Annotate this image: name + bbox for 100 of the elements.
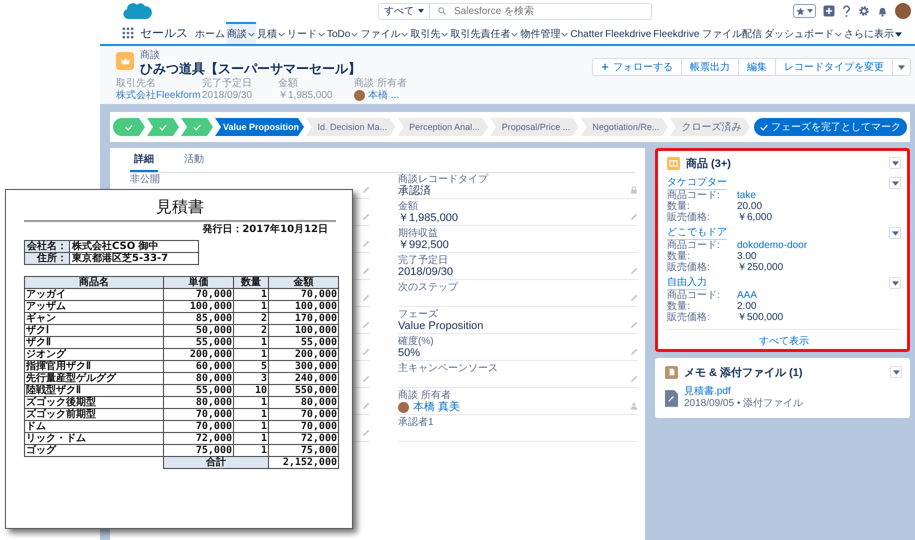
table-cell: 3: [234, 372, 268, 384]
pencil-icon[interactable]: [362, 294, 370, 302]
nav-tab[interactable]: 取引先責任者: [449, 22, 520, 44]
dropdown-button[interactable]: [890, 366, 902, 378]
pencil-icon[interactable]: [362, 429, 370, 437]
action-button[interactable]: 帳票出力: [681, 58, 739, 76]
product-code-link[interactable]: take: [737, 190, 756, 201]
path-step[interactable]: [113, 118, 145, 136]
nav-tab[interactable]: Chatter: [569, 22, 604, 44]
path-step[interactable]: Value Proposition: [215, 118, 304, 136]
add-icon[interactable]: [823, 5, 835, 17]
path-step[interactable]: Negotiation/Re...: [580, 118, 668, 136]
nav-tab[interactable]: 見積: [256, 22, 286, 44]
owner-link[interactable]: 本橋 ...: [368, 89, 400, 102]
card-title: メモ & 添付ファイル (1): [684, 366, 803, 380]
table-cell: ゴッグ: [24, 444, 164, 456]
pencil-icon[interactable]: [630, 375, 638, 383]
view-all-link[interactable]: すべて表示: [759, 334, 809, 348]
detail-tab[interactable]: 詳細: [130, 148, 158, 172]
nav-tab[interactable]: リード: [286, 22, 326, 44]
pencil-icon[interactable]: [630, 213, 638, 221]
mark-complete-button[interactable]: フェーズを完了としてマーク: [754, 118, 907, 136]
path-step[interactable]: Id. Decision Ma...: [306, 118, 396, 136]
notifications-icon[interactable]: [877, 6, 888, 16]
table-cell: 70,000: [268, 288, 338, 300]
pencil-icon[interactable]: [362, 375, 370, 383]
pencil-icon[interactable]: [630, 294, 638, 302]
cloud-logo[interactable]: [122, 1, 152, 21]
product-field-value: ￥6,000: [737, 212, 772, 223]
dropdown-button[interactable]: [889, 227, 901, 239]
help-icon[interactable]: [842, 4, 851, 18]
check-icon: [159, 124, 167, 130]
highlight-label: 取引先名: [116, 78, 157, 89]
pencil-icon[interactable]: [362, 213, 370, 221]
field-label: 次のステップ: [398, 282, 458, 293]
record-title: ひみつ道具【スーパーサマーセール】: [140, 61, 361, 76]
caret-icon: [807, 9, 813, 13]
lock-icon: [630, 186, 638, 194]
person-icon[interactable]: [630, 402, 638, 410]
table-cell: 300,000: [268, 360, 338, 372]
column-header: 単価: [164, 276, 234, 288]
table-cell: 1: [234, 288, 268, 300]
action-button[interactable]: フォローする: [592, 58, 682, 76]
product-link[interactable]: 自由入力: [667, 276, 707, 290]
caret-icon: [895, 32, 902, 36]
search-field[interactable]: Salesforce を検索: [430, 2, 652, 20]
product-field-label: 販売価格:: [667, 312, 711, 323]
favorites-button[interactable]: [793, 4, 816, 18]
pencil-icon[interactable]: [362, 348, 370, 356]
more-actions-button[interactable]: [892, 58, 911, 76]
product-link[interactable]: どこでもドア: [667, 226, 727, 240]
pencil-icon[interactable]: [630, 267, 638, 275]
dropdown-button[interactable]: [889, 177, 901, 189]
path-step[interactable]: Perception Anal...: [398, 118, 488, 136]
pencil-icon[interactable]: [362, 186, 370, 194]
scope-dropdown[interactable]: すべて: [378, 2, 430, 20]
action-button[interactable]: レコードタイプを変更: [775, 58, 893, 76]
action-button[interactable]: 編集: [738, 58, 776, 76]
detail-tab[interactable]: 活動: [180, 148, 208, 172]
pencil-icon[interactable]: [362, 402, 370, 410]
nav-tab[interactable]: ホーム: [194, 22, 226, 44]
pencil-icon[interactable]: [630, 321, 638, 329]
owner-link[interactable]: 本橋 真美: [413, 401, 460, 414]
product-field-value: 2.00: [737, 301, 756, 312]
nav-tab[interactable]: 取引先: [409, 22, 450, 44]
pencil-icon[interactable]: [362, 267, 370, 275]
user-avatar[interactable]: [895, 3, 911, 19]
product-link[interactable]: タケコプター: [667, 176, 727, 190]
nav-tab[interactable]: ToDo: [326, 22, 360, 44]
nav-tab[interactable]: 商談: [226, 22, 256, 44]
column-header: 数量: [234, 276, 268, 288]
path-step[interactable]: Proposal/Price ...: [490, 118, 579, 136]
app-launcher-icon[interactable]: [122, 27, 134, 39]
table-cell: 1: [234, 420, 268, 432]
table-cell: 170,000: [268, 312, 338, 324]
file-link[interactable]: 見積書.pdf: [684, 386, 804, 398]
path-step[interactable]: [181, 118, 213, 136]
nav-tab[interactable]: Fleekdrive ファイル配信: [652, 22, 764, 44]
account-link[interactable]: 株式会社Fleekform: [116, 89, 202, 102]
pencil-icon[interactable]: [362, 240, 370, 248]
dropdown-button[interactable]: [889, 277, 901, 289]
nav-tab[interactable]: ファイル: [359, 22, 410, 44]
table-cell: 100,000: [268, 300, 338, 312]
settings-icon[interactable]: [858, 5, 870, 17]
pencil-icon[interactable]: [362, 321, 370, 329]
pencil-icon[interactable]: [630, 348, 638, 356]
nav-tab[interactable]: Fleekdrive: [604, 22, 652, 44]
dropdown-button[interactable]: [889, 157, 901, 169]
table-cell: リック・ドム: [24, 432, 164, 444]
product-field-label: 販売価格:: [667, 212, 711, 223]
product-code-link[interactable]: dokodemo-door: [737, 240, 808, 251]
nav-tab[interactable]: 物件管理: [519, 22, 570, 44]
product-code-link[interactable]: AAA: [737, 290, 758, 301]
check-icon: [193, 124, 201, 130]
path-step[interactable]: クローズ済み: [670, 118, 750, 136]
plus-icon: [601, 63, 609, 71]
nav-tab[interactable]: ダッシュボード: [763, 22, 844, 44]
product-field-value: 20.00: [737, 201, 762, 212]
path-step[interactable]: [147, 118, 179, 136]
more-tab[interactable]: さらに表示: [843, 22, 904, 44]
